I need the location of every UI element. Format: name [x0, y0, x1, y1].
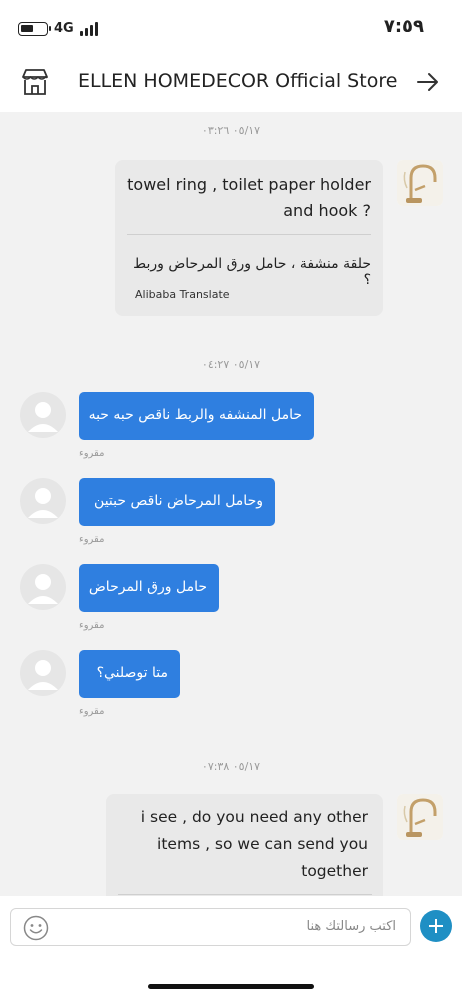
translation-divider	[118, 894, 372, 895]
store-message-bubble[interactable]: i see , do you need any other items , so…	[106, 794, 383, 904]
user-avatar[interactable]	[20, 650, 66, 696]
arrow-right-icon[interactable]	[416, 70, 440, 94]
read-status: مقروء	[79, 620, 105, 631]
user-silhouette-icon	[28, 488, 58, 518]
store-icon[interactable]	[20, 67, 50, 97]
faucet-image	[397, 160, 443, 206]
user-avatar[interactable]	[20, 564, 66, 610]
translate-credit: Alibaba Translate	[135, 288, 230, 301]
user-avatar[interactable]	[20, 478, 66, 524]
home-indicator	[148, 984, 314, 989]
user-message-bubble[interactable]: حامل ورق المرحاض	[79, 564, 219, 612]
message-composer: اكتب رسالتك هنا	[0, 896, 462, 1000]
input-placeholder: اكتب رسالتك هنا	[306, 919, 396, 934]
timestamp: ٠٥/١٧ ٠٧:٣٨	[201, 760, 261, 773]
message-input[interactable]: اكتب رسالتك هنا	[10, 908, 411, 946]
network-type: 4G	[54, 21, 74, 36]
translated-text: حلقة منشفة ، حامل ورق المرحاض وربط ؟	[133, 256, 371, 288]
read-status: مقروء	[79, 706, 105, 717]
user-silhouette-icon	[28, 574, 58, 604]
timestamp: ٠٥/١٧ ٠٤:٢٧	[201, 358, 261, 371]
user-message-bubble[interactable]: وحامل المرحاض ناقص حبتين	[79, 478, 275, 526]
faucet-image	[397, 794, 443, 840]
smiley-icon[interactable]	[23, 915, 49, 941]
user-silhouette-icon	[28, 402, 58, 432]
battery-icon	[18, 22, 51, 36]
store-message-bubble[interactable]: towel ring , toilet paper holder and hoo…	[115, 160, 383, 316]
chat-header: ELLEN HOMEDECOR Official Store	[0, 50, 462, 112]
message-text: i see , do you need any other items , so…	[140, 808, 368, 880]
plus-icon[interactable]	[420, 910, 452, 942]
read-status: مقروء	[79, 534, 105, 545]
user-message-bubble[interactable]: متا توصلني؟	[79, 650, 180, 698]
user-message-bubble[interactable]: حامل المنشفه والربط ناقص حبه حبه	[79, 392, 314, 440]
translation-divider	[127, 234, 371, 235]
status-bar: 4G ٧:٥٩	[0, 0, 462, 50]
timestamp: ٠٥/١٧ ٠٣:٢٦	[201, 124, 261, 137]
store-title: ELLEN HOMEDECOR Official Store	[78, 70, 398, 92]
clock: ٧:٥٩	[383, 16, 424, 37]
user-silhouette-icon	[28, 660, 58, 690]
user-avatar[interactable]	[20, 392, 66, 438]
store-avatar[interactable]	[397, 160, 443, 206]
signal-icon	[80, 22, 102, 36]
read-status: مقروء	[79, 448, 105, 459]
store-avatar[interactable]	[397, 794, 443, 840]
message-text: towel ring , toilet paper holder and hoo…	[127, 175, 371, 220]
